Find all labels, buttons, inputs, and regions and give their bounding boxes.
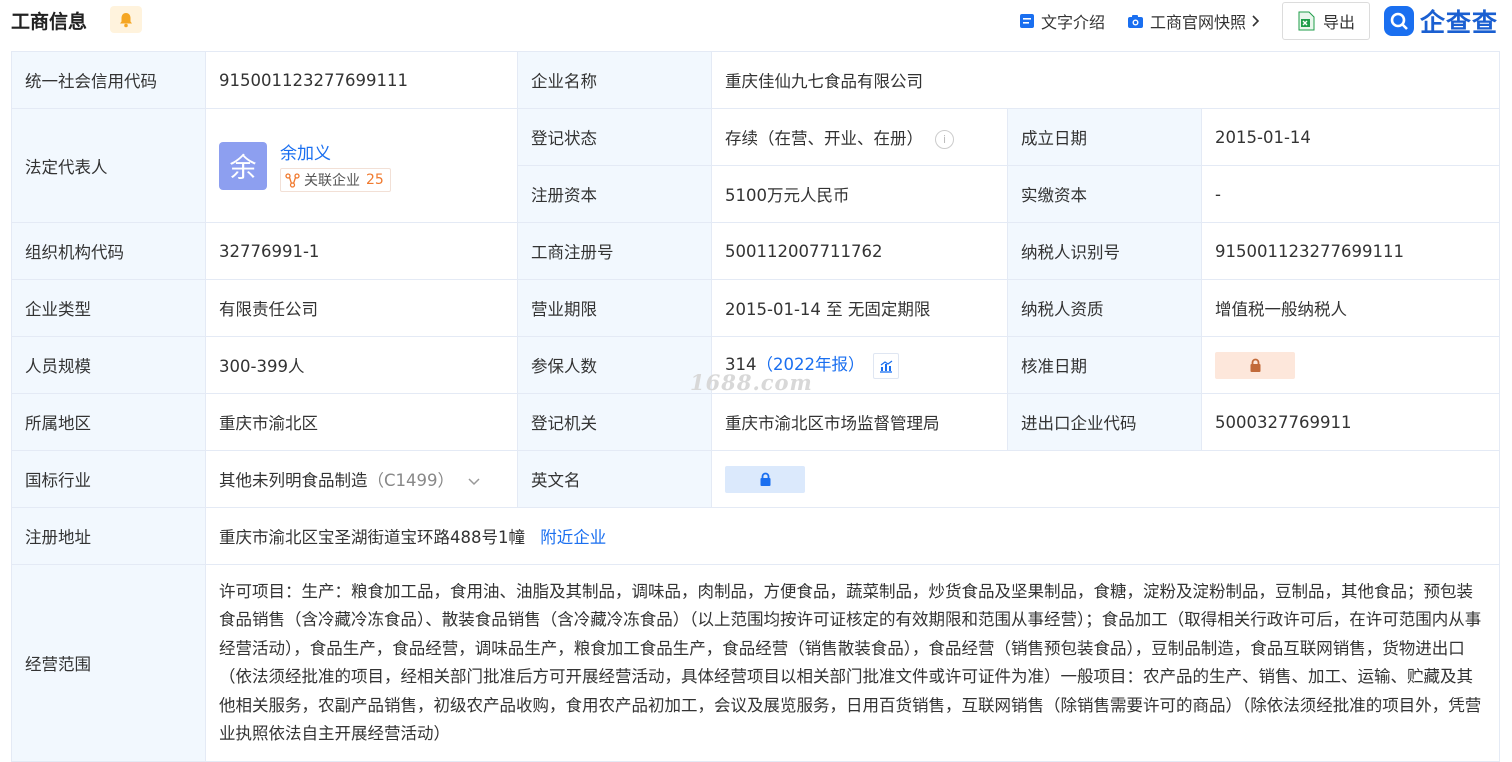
table-row: 经营范围 许可项目：生产：粮食加工品，食用油、油脂及其制品，调味品，肉制品，方便… [11, 564, 1500, 762]
english-name-label: 英文名 [517, 450, 712, 508]
address-cell: 重庆市渝北区宝圣湖街道宝环路488号1幢 附近企业 [205, 507, 1500, 565]
bell-icon[interactable] [110, 6, 142, 33]
text-intro-button[interactable]: 文字介绍 [1019, 9, 1105, 33]
table-row: 注册地址 重庆市渝北区宝圣湖街道宝环路488号1幢 附近企业 [11, 507, 1500, 565]
import-export-value: 5000327769911 [1201, 393, 1500, 451]
found-date-label: 成立日期 [1007, 108, 1202, 166]
scope-label: 经营范围 [11, 564, 206, 762]
export-label: 导出 [1322, 13, 1355, 32]
insured-label: 参保人数 [517, 336, 712, 394]
text-intro-label: 文字介绍 [1040, 13, 1105, 32]
reg-capital-value: 5100万元人民币 [711, 165, 1008, 223]
biz-term-value: 2015-01-14 至 无固定期限 [711, 279, 1008, 337]
table-row: 企业类型 有限责任公司 营业期限 2015-01-14 至 无固定期限 纳税人资… [11, 279, 1500, 337]
business-info-table: 统一社会信用代码 915001123277699111 企业名称 重庆佳仙九七食… [11, 51, 1500, 762]
english-name-lock-button[interactable] [725, 465, 805, 493]
table-row: 法定代表人 余 余加义 关联企业 25 登记状态 存续（在营、开业、在册） i 成… [11, 108, 1500, 223]
staff-size-value: 300-399人 [205, 336, 518, 394]
english-name-cell [711, 450, 1500, 508]
biz-term-label: 营业期限 [517, 279, 712, 337]
reg-authority-label: 登记机关 [517, 393, 712, 451]
table-row: 国标行业 其他未列明食品制造（C1499） 英文名 [11, 450, 1500, 508]
org-code-value: 32776991-1 [205, 222, 518, 280]
document-icon [1019, 14, 1034, 28]
taxpayer-qual-value: 增值税一般纳税人 [1201, 279, 1500, 337]
reg-capital-label: 注册资本 [517, 165, 712, 223]
chevron-right-icon [1252, 15, 1260, 27]
reg-authority-value: 重庆市渝北区市场监督管理局 [711, 393, 1008, 451]
related-company-tag[interactable]: 关联企业 25 [280, 168, 391, 192]
industry-cell[interactable]: 其他未列明食品制造（C1499） [205, 450, 518, 508]
industry-value: 其他未列明食品制造 [219, 471, 368, 490]
industry-label: 国标行业 [11, 450, 206, 508]
vip-lock-button[interactable] [1215, 351, 1295, 379]
header-tools: 文字介绍 工商官网快照 导出 企查查 [1019, 2, 1498, 40]
biz-reg-no-label: 工商注册号 [517, 222, 712, 280]
chevron-down-icon [468, 477, 480, 485]
credit-code-label: 统一社会信用代码 [11, 51, 206, 109]
biz-reg-no-value: 500112007711762 [711, 222, 1008, 280]
company-type-label: 企业类型 [11, 279, 206, 337]
brand-logo-icon [1383, 6, 1414, 36]
scope-value: 许可项目：生产：粮食加工品，食用油、油脂及其制品，调味品，肉制品，方便食品，蔬菜… [205, 564, 1500, 762]
table-row: 所属地区 重庆市渝北区 登记机关 重庆市渝北区市场监督管理局 进出口企业代码 5… [11, 393, 1500, 451]
table-row: 组织机构代码 32776991-1 工商注册号 500112007711762 … [11, 222, 1500, 280]
region-value: 重庆市渝北区 [205, 393, 518, 451]
industry-code: （C1499） [367, 471, 455, 490]
info-icon[interactable]: i [935, 130, 954, 149]
snapshot-label: 工商官网快照 [1149, 13, 1246, 32]
lock-icon [760, 472, 770, 486]
lock-icon [1250, 358, 1260, 372]
taxpayer-id-value: 915001123277699111 [1201, 222, 1500, 280]
brand-logo: 企查查 [1383, 3, 1498, 39]
paid-capital-value: - [1201, 165, 1500, 223]
section-title: 工商信息 [11, 11, 88, 33]
approve-date-label: 核准日期 [1007, 336, 1202, 394]
related-company-count: 25 [366, 172, 384, 188]
reg-status-value: 存续（在营、开业、在册） [725, 129, 923, 148]
approve-date-cell [1201, 336, 1500, 394]
reg-status-cell: 存续（在营、开业、在册） i [711, 108, 1008, 166]
avatar: 余 [219, 141, 267, 190]
camera-icon [1127, 14, 1143, 28]
org-code-label: 组织机构代码 [11, 222, 206, 280]
excel-icon [1298, 11, 1315, 31]
legal-rep-label: 法定代表人 [11, 108, 206, 223]
brand-name: 企查查 [1419, 8, 1498, 37]
credit-code-value: 915001123277699111 [205, 51, 518, 109]
taxpayer-qual-label: 纳税人资质 [1007, 279, 1202, 337]
address-label: 注册地址 [11, 507, 206, 565]
export-button[interactable]: 导出 [1281, 2, 1370, 40]
import-export-label: 进出口企业代码 [1007, 393, 1202, 451]
address-value: 重庆市渝北区宝圣湖街道宝环路488号1幢 [219, 528, 525, 547]
region-label: 所属地区 [11, 393, 206, 451]
related-company-label: 关联企业 [304, 173, 360, 189]
found-date-value: 2015-01-14 [1201, 108, 1500, 166]
staff-size-label: 人员规模 [11, 336, 206, 394]
network-icon [285, 172, 300, 188]
section-header: 工商信息 文字介绍 工商官网快照 导出 企查查 [0, 0, 1512, 44]
legal-rep-cell: 余 余加义 关联企业 25 [205, 108, 518, 223]
legal-rep-name-link[interactable]: 余加义 [280, 139, 391, 164]
nearby-companies-link[interactable]: 附近企业 [540, 528, 606, 547]
snapshot-button[interactable]: 工商官网快照 [1127, 9, 1260, 33]
paid-capital-label: 实缴资本 [1007, 165, 1202, 223]
company-name-label: 企业名称 [517, 51, 712, 109]
taxpayer-id-label: 纳税人识别号 [1007, 222, 1202, 280]
reg-status-label: 登记状态 [517, 108, 712, 166]
company-type-value: 有限责任公司 [205, 279, 518, 337]
table-row: 统一社会信用代码 915001123277699111 企业名称 重庆佳仙九七食… [11, 51, 1500, 109]
trend-chart-icon[interactable] [872, 352, 899, 379]
company-name-value: 重庆佳仙九七食品有限公司 [711, 51, 1500, 109]
watermark: 1688.com [690, 370, 813, 395]
